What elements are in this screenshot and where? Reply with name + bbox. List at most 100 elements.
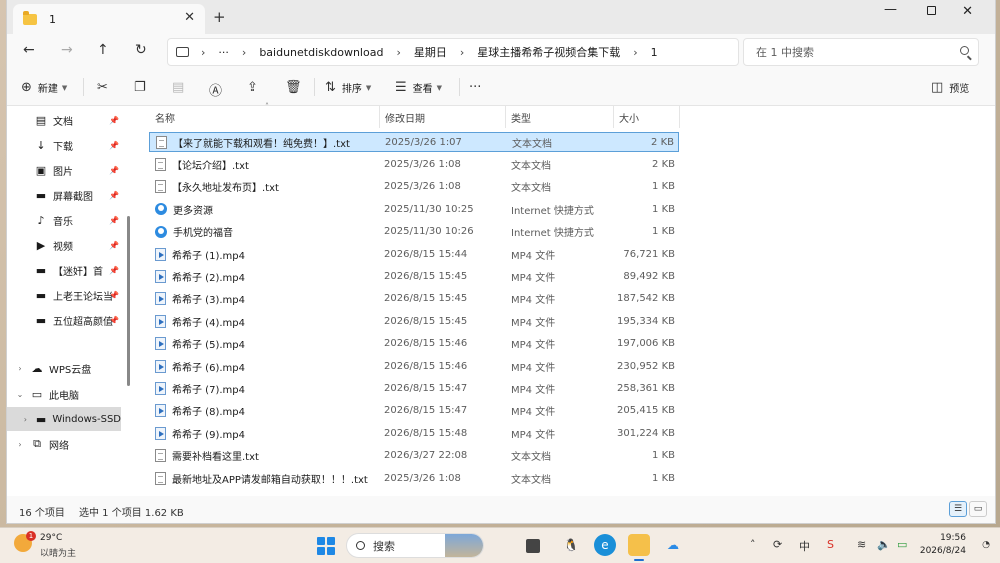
- sidebar-item[interactable]: ↓ 下载 📌: [7, 133, 121, 157]
- breadcrumb-item[interactable]: baidunetdiskdownload: [259, 46, 383, 59]
- weather-description[interactable]: 以晴为主: [40, 546, 76, 559]
- file-row[interactable]: 更多资源 2025/11/30 10:25 Internet 快捷方式 1 KB: [149, 199, 679, 219]
- tiles-view-icon[interactable]: ▭: [969, 501, 987, 517]
- file-type: 文本文档: [511, 474, 551, 486]
- address-bar[interactable]: › ··· › baidunetdiskdownload › 星期日 › 星球主…: [167, 38, 739, 66]
- maximize-icon[interactable]: [927, 4, 936, 19]
- taskbar-search[interactable]: 搜索: [346, 533, 484, 558]
- sidebar-item[interactable]: ▬ 屏幕截图 📌: [7, 183, 121, 207]
- file-row[interactable]: 希希子 (5).mp4 2026/8/15 15:46 MP4 文件 197,006 …: [149, 334, 679, 354]
- file-explorer-icon[interactable]: [628, 534, 650, 561]
- wps-icon[interactable]: S: [827, 538, 834, 551]
- file-row[interactable]: 希希子 (9).mp4 2026/8/15 15:48 MP4 文件 301,224 …: [149, 423, 679, 443]
- preview-button[interactable]: ◫ 预览: [931, 80, 969, 95]
- sidebar-item-label: 此电脑: [49, 390, 79, 402]
- file-row[interactable]: 希希子 (7).mp4 2026/8/15 15:47 MP4 文件 258,361 …: [149, 378, 679, 398]
- sidebar-item[interactable]: ▬ 【迷奸】首 📌: [7, 258, 121, 282]
- text-file-icon: [155, 180, 166, 194]
- breadcrumb-item[interactable]: 1: [651, 46, 658, 59]
- column-divider[interactable]: [679, 106, 680, 128]
- file-row[interactable]: 希希子 (2).mp4 2026/8/15 15:45 MP4 文件 89,492 K…: [149, 266, 679, 286]
- file-row[interactable]: 【论坛介绍】.txt 2025/3/26 1:08 文本文档 2 KB: [149, 154, 679, 174]
- ime-indicator[interactable]: 中: [799, 538, 810, 554]
- volume-icon[interactable]: 🔈: [877, 538, 891, 551]
- back-icon[interactable]: ←: [23, 42, 35, 58]
- scrollbar-thumb[interactable]: [127, 216, 130, 386]
- chevron-right-icon[interactable]: ›: [15, 440, 25, 449]
- file-type: MP4 文件: [511, 272, 556, 284]
- battery-icon[interactable]: ▭: [897, 538, 907, 551]
- notification-icon[interactable]: ◔: [982, 540, 990, 550]
- edge-icon[interactable]: e: [594, 534, 616, 556]
- file-name: 希希子 (1).mp4: [172, 250, 245, 262]
- sidebar-item-label: 屏幕截图: [53, 191, 93, 203]
- pin-icon: 📌: [109, 240, 119, 250]
- sync-icon[interactable]: ⟳: [773, 538, 782, 551]
- tab-current[interactable]: 1 ✕: [13, 4, 205, 34]
- more-breadcrumbs-icon[interactable]: ···: [218, 46, 229, 59]
- file-row[interactable]: 希希子 (1).mp4 2026/8/15 15:44 MP4 文件 76,721 K…: [149, 244, 679, 264]
- refresh-icon[interactable]: ↻: [135, 42, 147, 58]
- rename-button[interactable]: Ⓐ: [209, 80, 228, 99]
- new-button[interactable]: ⊕ 新建 ▼: [21, 80, 67, 95]
- chevron-down-icon[interactable]: ⌄: [15, 390, 25, 399]
- wifi-icon[interactable]: ≋: [857, 538, 866, 551]
- qq-icon[interactable]: 🐧: [560, 534, 582, 556]
- sidebar-tree-item[interactable]: › ▬ Windows-SSD: [7, 407, 121, 431]
- more-options-button[interactable]: ···: [469, 80, 487, 95]
- sidebar-tree-item[interactable]: › ⧉ 网络: [7, 432, 121, 456]
- sidebar-item[interactable]: ▣ 图片 📌: [7, 158, 121, 182]
- clock-date[interactable]: 2026/8/24: [920, 546, 966, 556]
- file-date: 2025/3/26 1:08: [384, 181, 461, 193]
- paste-button[interactable]: ▤: [172, 80, 190, 95]
- file-row[interactable]: 希希子 (4).mp4 2026/8/15 15:45 MP4 文件 195,334 …: [149, 311, 679, 331]
- view-button[interactable]: ☰ 查看 ▼: [395, 80, 442, 95]
- file-row[interactable]: 需要补档看这里.txt 2026/3/27 22:08 文本文档 1 KB: [149, 446, 679, 466]
- task-view-icon[interactable]: [526, 539, 540, 553]
- close-window-icon[interactable]: ✕: [962, 4, 973, 19]
- pin-icon: 📌: [109, 140, 119, 150]
- weather-temperature[interactable]: 29°C: [40, 533, 62, 543]
- sidebar-item[interactable]: ▬ 五位超高颜值 📌: [7, 308, 121, 332]
- sidebar-tree-item[interactable]: ⌄ ▭ 此电脑: [7, 382, 121, 406]
- scissors-icon: ✂: [97, 80, 108, 95]
- column-header-type[interactable]: 类型: [505, 106, 613, 128]
- details-view-icon[interactable]: ☰: [949, 501, 967, 517]
- sidebar-item[interactable]: ♪ 音乐 📌: [7, 208, 121, 232]
- file-row[interactable]: 希希子 (3).mp4 2026/8/15 15:45 MP4 文件 187,542 …: [149, 289, 679, 309]
- divider: [314, 78, 315, 96]
- breadcrumb-item[interactable]: 星球主播希希子视频合集下载: [477, 44, 620, 60]
- chevron-up-icon[interactable]: ˄: [750, 538, 756, 551]
- search-input[interactable]: 在 1 中搜索: [743, 38, 979, 66]
- sidebar-item[interactable]: ▤ 文档 📌: [7, 108, 121, 132]
- add-tab-icon[interactable]: +: [213, 8, 226, 26]
- share-button[interactable]: ⇪: [247, 80, 264, 95]
- sidebar-scrollbar[interactable]: [125, 106, 131, 496]
- sidebar-tree-item[interactable]: › ☁ WPS云盘: [7, 356, 121, 380]
- clock-time[interactable]: 19:56: [940, 533, 966, 543]
- chevron-right-icon[interactable]: ›: [15, 364, 25, 373]
- chevron-right-icon[interactable]: ›: [21, 415, 30, 424]
- column-header-size[interactable]: 大小: [613, 106, 679, 128]
- file-row[interactable]: 【来了就能下载和观看！纯免费！】.txt 2025/3/26 1:07 文本文档 2 …: [149, 132, 679, 152]
- cut-button[interactable]: ✂: [97, 80, 114, 95]
- file-row[interactable]: 希希子 (6).mp4 2026/8/15 15:46 MP4 文件 230,952 …: [149, 356, 679, 376]
- breadcrumb-item[interactable]: 星期日: [414, 44, 447, 60]
- file-row[interactable]: 最新地址及APP请发邮箱自动获取！！！.txt 2025/3/26 1:08 文本文…: [149, 468, 679, 488]
- sort-button[interactable]: ⇅ 排序 ▼: [325, 80, 371, 95]
- sidebar-item[interactable]: ▶ 视频 📌: [7, 233, 121, 257]
- file-row[interactable]: 【永久地址发布页】.txt 2025/3/26 1:08 文本文档 1 KB: [149, 177, 679, 197]
- column-header-name[interactable]: 名称: [149, 106, 377, 128]
- copy-button[interactable]: ❐: [134, 80, 152, 95]
- minimize-icon[interactable]: —: [884, 2, 897, 17]
- forward-icon[interactable]: →: [61, 42, 73, 58]
- file-row[interactable]: 希希子 (8).mp4 2026/8/15 15:47 MP4 文件 205,415 …: [149, 401, 679, 421]
- close-tab-icon[interactable]: ✕: [184, 10, 195, 25]
- start-icon[interactable]: [317, 537, 335, 555]
- file-row[interactable]: 手机党的福音 2025/11/30 10:26 Internet 快捷方式 1 KB: [149, 222, 679, 242]
- delete-button[interactable]: 🗑: [285, 80, 308, 95]
- sidebar-item[interactable]: ▬ 上老王论坛当 📌: [7, 283, 121, 307]
- up-icon[interactable]: ↑: [97, 42, 109, 58]
- column-header-date[interactable]: 修改日期: [379, 106, 505, 128]
- baidu-netdisk-icon[interactable]: ☁: [662, 534, 684, 556]
